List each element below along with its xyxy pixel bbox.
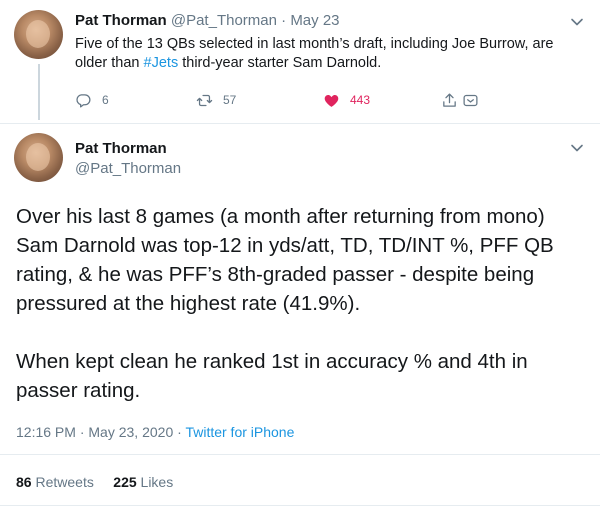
chevron-down-icon[interactable]: [570, 15, 584, 29]
separator: ·: [276, 12, 291, 29]
author-name[interactable]: Pat Thorman: [75, 140, 167, 157]
likes-count: 225: [113, 474, 137, 490]
reply-context-header: Pat Thorman @Pat_Thorman · May 23: [75, 12, 340, 29]
divider: [0, 505, 600, 506]
tweet-text: third-year starter Sam Darnold.: [178, 55, 382, 71]
share-icon: [443, 92, 456, 107]
author-name[interactable]: Pat Thorman: [75, 12, 167, 29]
share-button[interactable]: [441, 90, 489, 110]
separator: ·: [173, 424, 186, 440]
tweet-paragraph: Over his last 8 games (a month after ret…: [16, 205, 554, 315]
likes-stat[interactable]: 225 Likes: [113, 474, 173, 490]
tweet-body: Over his last 8 games (a month after ret…: [16, 202, 586, 405]
reply-context-text: Five of the 13 QBs selected in last mont…: [75, 35, 575, 73]
divider: [0, 454, 600, 455]
reply-button[interactable]: 6: [75, 90, 109, 110]
source-link[interactable]: Twitter for iPhone: [185, 424, 294, 440]
retweet-button[interactable]: 57: [196, 90, 236, 110]
retweets-stat[interactable]: 86 Retweets: [16, 474, 94, 490]
retweet-icon: [196, 94, 213, 106]
like-button[interactable]: 443: [323, 90, 370, 110]
chevron-down-icon[interactable]: [570, 141, 584, 155]
hashtag-link[interactable]: #Jets: [144, 55, 179, 71]
dm-icon: [463, 94, 478, 106]
retweets-label: Retweets: [35, 474, 94, 490]
reply-count: 6: [102, 93, 109, 107]
retweet-count: 57: [223, 93, 237, 107]
likes-label: Likes: [140, 474, 174, 490]
heart-icon: [324, 94, 339, 107]
avatar[interactable]: [14, 10, 63, 59]
tweet-date[interactable]: May 23: [290, 12, 339, 29]
tweet-actions: 6 57 443: [75, 90, 495, 110]
separator: ·: [75, 424, 89, 440]
retweets-count: 86: [16, 474, 32, 490]
divider: [0, 123, 600, 124]
reply-icon: [76, 93, 91, 108]
author-handle[interactable]: @Pat_Thorman: [75, 160, 181, 177]
tweet-stats: 86 Retweets 225 Likes: [16, 474, 173, 490]
tweet-meta: 12:16 PM · May 23, 2020 · Twitter for iP…: [16, 424, 294, 440]
author-handle[interactable]: @Pat_Thorman: [171, 12, 277, 29]
like-count: 443: [350, 93, 371, 107]
thread-line: [38, 64, 40, 120]
avatar[interactable]: [14, 133, 63, 182]
tweet-date[interactable]: May 23, 2020: [88, 424, 173, 440]
tweet-paragraph: When kept clean he ranked 1st in accurac…: [16, 350, 528, 402]
tweet-time[interactable]: 12:16 PM: [16, 424, 76, 440]
